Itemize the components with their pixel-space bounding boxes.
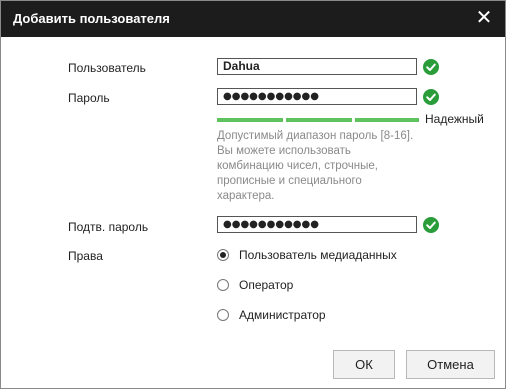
radio-button[interactable] (217, 249, 229, 261)
password-hint: Допустимый диапазон пароль [8-16]. Вы мо… (217, 130, 414, 202)
dialog-title: Добавить пользователя (13, 11, 170, 26)
check-circle-icon (423, 217, 439, 233)
radio-button[interactable] (217, 279, 229, 291)
password-label: Пароль (68, 91, 110, 105)
strength-bar-2 (286, 118, 352, 122)
password-field[interactable]: ●●●●●●●●●●● (217, 88, 417, 105)
username-field[interactable]: Dahua (217, 58, 417, 75)
strength-bar-1 (217, 118, 283, 122)
rights-label: Права (68, 249, 103, 263)
cancel-button[interactable]: Отмена (406, 350, 495, 379)
radio-label: Администратор (239, 308, 326, 322)
confirm-password-field[interactable]: ●●●●●●●●●●● (217, 216, 417, 233)
strength-bar-3 (355, 118, 419, 122)
check-circle-icon (423, 89, 439, 105)
rights-option-media-user[interactable]: Пользователь медиаданных (217, 247, 397, 263)
rights-option-administrator[interactable]: Администратор (217, 307, 326, 323)
add-user-dialog: Добавить пользователя ✕ Пользователь Dah… (0, 0, 506, 389)
strength-label: Надежный (425, 112, 484, 126)
radio-label: Оператор (239, 278, 294, 292)
close-icon[interactable]: ✕ (473, 7, 495, 29)
username-label: Пользователь (68, 61, 146, 75)
ok-button[interactable]: ОК (333, 350, 395, 379)
rights-option-operator[interactable]: Оператор (217, 277, 293, 293)
check-circle-icon (423, 59, 439, 75)
radio-label: Пользователь медиаданных (239, 248, 397, 262)
radio-button[interactable] (217, 309, 229, 321)
confirm-password-label: Подтв. пароль (68, 220, 149, 234)
dialog-titlebar: Добавить пользователя ✕ (1, 1, 505, 37)
